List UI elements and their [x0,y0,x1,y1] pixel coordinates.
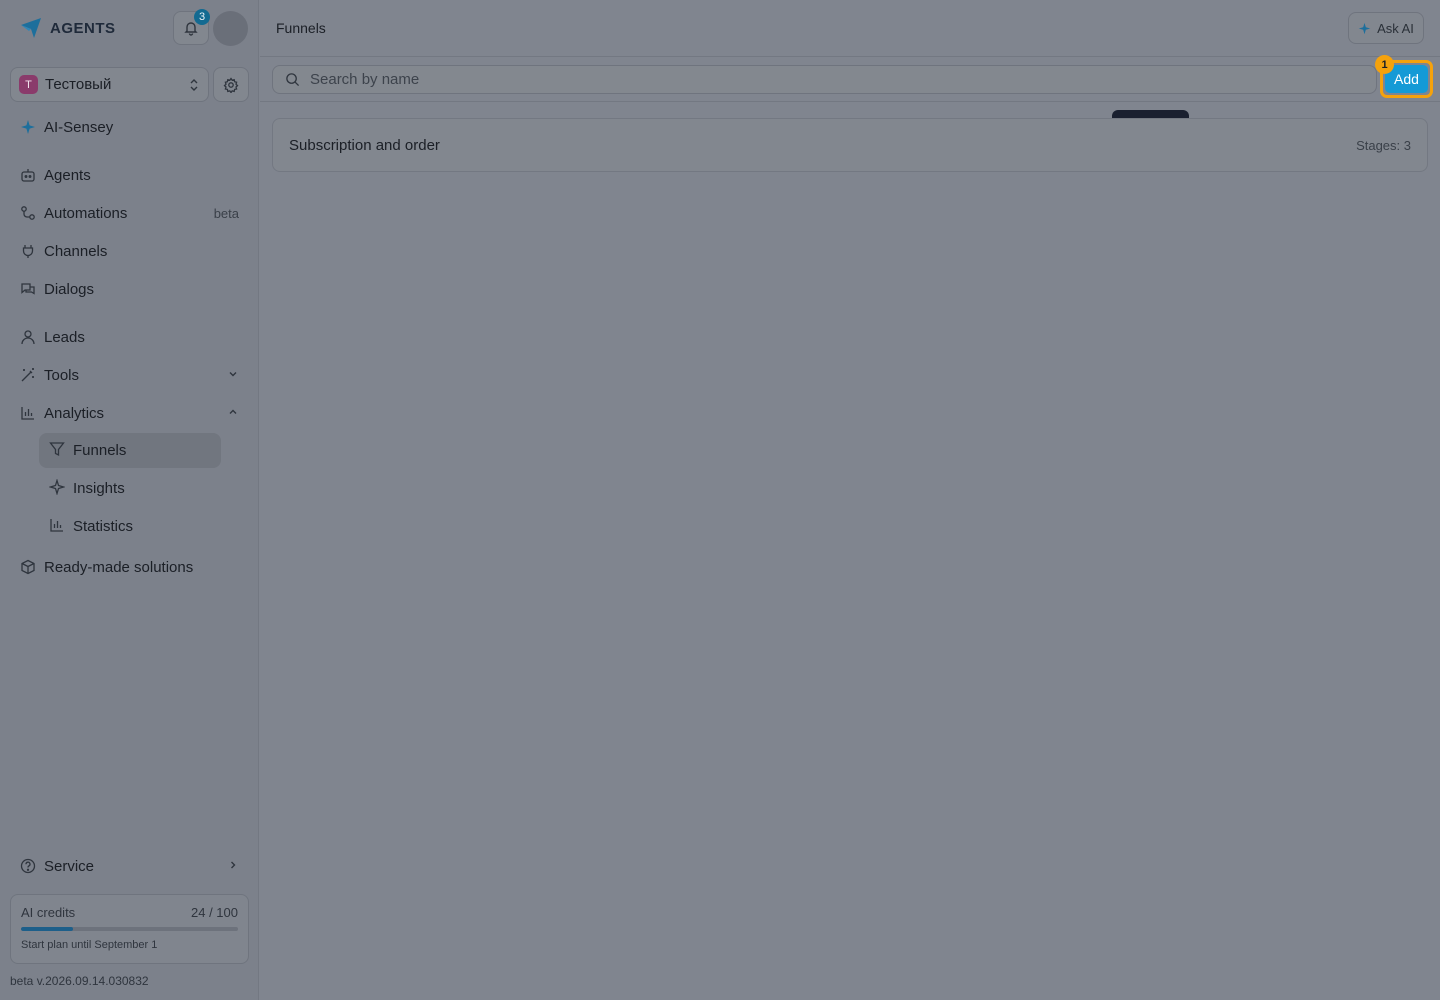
notifications-badge: 3 [194,9,210,25]
workspace-settings-button[interactable] [213,67,249,102]
sparkle-icon [1358,22,1371,34]
ai-credits-label: AI credits [21,905,76,920]
sidebar-subitem-insights[interactable]: Insights [39,471,221,506]
sidebar-item-automations[interactable]: Automations beta [10,196,249,230]
step-badge: 1 [1375,55,1394,74]
chevron-right-icon [231,861,236,869]
plug-icon [20,243,36,259]
sidebar-item-label: Dialogs [44,280,95,298]
sidebar-item-ready-made-solutions[interactable]: Ready-made solutions [10,550,249,584]
funnel-stages-count: Stages: 3 [1356,137,1411,153]
sidebar-item-analytics[interactable]: Analytics [10,396,249,430]
box-icon [20,559,36,575]
sidebar-item-label: Automations [44,204,128,222]
content-divider [260,101,1440,102]
sidebar-item-ai-sensey[interactable]: AI-Sensey [10,110,249,144]
brand-logo[interactable]: AGENTS [18,14,116,42]
app-version: beta v.2026.09.14.030832 [10,974,149,988]
ask-ai-button[interactable]: Ask AI [1348,12,1424,44]
sidebar: AGENTS 3 Т Тестовый AI-Sensey Agents Aut… [0,0,259,1000]
user-icon [20,329,36,345]
magic-wand-icon [20,367,36,383]
sidebar-item-label: Analytics [44,404,105,422]
sidebar-item-service[interactable]: Service [10,849,249,883]
funnel-list-item[interactable]: Subscription and order Stages: 3 [272,118,1428,172]
sidebar-item-agents[interactable]: Agents [10,158,249,192]
ai-credits-card: AI credits 24 / 100 Start plan until Sep… [10,894,249,964]
gear-icon [223,76,239,93]
sidebar-item-label: Ready-made solutions [44,558,194,576]
chevron-down-icon [229,372,237,377]
beta-badge: beta [213,205,239,221]
sidebar-item-label: Leads [44,328,85,346]
sidebar-item-label: Channels [44,242,108,260]
bar-chart-icon [49,517,65,537]
sparkle-icon [20,119,36,135]
search-icon [286,73,300,87]
brand-name: AGENTS [50,19,116,37]
workflow-icon [20,205,36,221]
workspace-initial: Т [19,75,38,94]
sidebar-item-channels[interactable]: Channels [10,234,249,268]
sidebar-subitem-funnels[interactable]: Funnels [39,433,221,468]
help-circle-icon [20,858,36,874]
ai-credits-progress [21,927,238,931]
sidebar-subitem-statistics[interactable]: Statistics [39,509,221,544]
plan-info: Start plan until September 1 [21,939,158,951]
sparkle-outline-icon [48,477,66,499]
bot-icon [20,167,36,183]
workspace-selector[interactable]: Т Тестовый [10,67,209,102]
ask-ai-label: Ask AI [1377,20,1414,36]
ai-credits-value: 24 / 100 [191,905,238,920]
sidebar-item-label: Agents [44,166,91,184]
search-input[interactable] [310,71,1310,88]
chat-icon [20,281,36,297]
agents-logo-icon [21,18,41,38]
sidebar-subitem-label: Funnels [73,442,127,459]
sidebar-item-leads[interactable]: Leads [10,320,249,354]
workspace-name: Тестовый [45,76,112,93]
sidebar-item-tools[interactable]: Tools [10,358,249,392]
ai-credits-progress-fill [21,927,74,931]
sidebar-item-label: Service [44,857,95,875]
sidebar-subitem-label: Statistics [73,518,134,535]
sidebar-item-label: AI-Sensey [44,118,114,136]
search-bar [272,65,1377,94]
chevron-up-down-icon [190,78,198,91]
bar-chart-icon [20,405,36,421]
chevron-up-icon [229,409,237,414]
sidebar-item-dialogs[interactable]: Dialogs [10,272,249,306]
avatar[interactable] [213,11,248,46]
funnel-icon [49,441,65,461]
top-bar: Funnels Ask AI [260,0,1440,57]
sidebar-item-label: Tools [44,366,80,384]
funnel-name: Subscription and order [289,136,440,154]
sidebar-subitem-label: Insights [73,480,125,497]
page-title: Funnels [276,20,326,36]
